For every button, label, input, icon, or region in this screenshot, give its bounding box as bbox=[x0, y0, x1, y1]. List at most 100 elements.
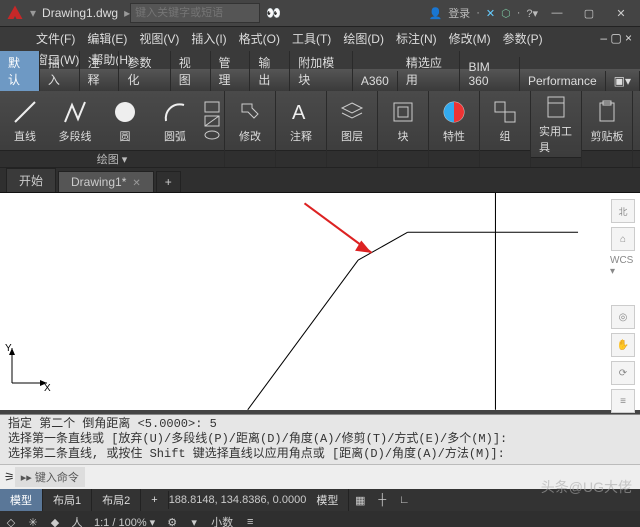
group-button[interactable]: 组 bbox=[480, 96, 530, 146]
block-icon bbox=[389, 98, 417, 126]
ribbon-tab-default[interactable]: 默认 bbox=[0, 51, 40, 91]
viewcube-icon[interactable]: 北 bbox=[611, 199, 635, 223]
ribbon-tab-parametric[interactable]: 参数化 bbox=[119, 51, 170, 91]
user-icon[interactable]: 👤 bbox=[428, 7, 442, 20]
arc-button[interactable]: 圆弧 bbox=[150, 96, 200, 146]
app-logo-icon[interactable] bbox=[4, 2, 26, 24]
grid-toggle-icon[interactable]: ▦ bbox=[349, 490, 371, 510]
units-icon[interactable]: ▾ bbox=[183, 512, 205, 527]
ribbon-tab-featured[interactable]: 精选应用 bbox=[398, 51, 461, 91]
menu-edit[interactable]: 编辑(E) bbox=[81, 30, 133, 47]
layer-button[interactable]: 图层 bbox=[327, 96, 377, 146]
modify-icon bbox=[236, 98, 264, 126]
menu-view[interactable]: 视图(V) bbox=[133, 30, 185, 47]
isoplane-icon[interactable]: ◆ bbox=[44, 512, 66, 527]
orbit-icon[interactable]: ⟳ bbox=[611, 361, 635, 385]
draw-small-buttons bbox=[200, 101, 224, 141]
layout-tab-model[interactable]: 模型 bbox=[0, 489, 43, 511]
ribbon-tab-output[interactable]: 输出 bbox=[250, 51, 290, 91]
cmd-line-2: 选择第一条直线或 [放弃(U)/多段线(P)/距离(D)/角度(A)/修剪(T)… bbox=[8, 432, 632, 447]
layout-tab-1[interactable]: 布局1 bbox=[43, 489, 92, 511]
drawing-canvas[interactable]: [-][俯视][二维线框] YX 北 ⌂ WCS ▾ ◎ ✋ ⟳ ≡ bbox=[0, 193, 640, 403]
scale-readout[interactable]: 1:1 / 100% ▾ bbox=[88, 516, 161, 527]
maximize-icon[interactable]: ▢ bbox=[576, 2, 602, 24]
ribbon-tab-performance[interactable]: Performance bbox=[520, 71, 606, 91]
exchange-icon[interactable]: ✕ bbox=[486, 7, 495, 20]
layout-tab-add[interactable]: + bbox=[141, 491, 168, 509]
osnap-icon[interactable]: ◇ bbox=[0, 512, 22, 527]
polyline-button[interactable]: 多段线 bbox=[50, 96, 100, 146]
login-link[interactable]: 登录 bbox=[448, 5, 470, 21]
menu-param[interactable]: 参数(P) bbox=[497, 30, 549, 47]
pan-icon[interactable]: ✋ bbox=[611, 333, 635, 357]
menu-overflow-icon[interactable]: – ▢ × bbox=[594, 31, 640, 45]
ortho-toggle-icon[interactable]: ∟ bbox=[393, 490, 415, 510]
anno-scale-icon[interactable]: 人 bbox=[66, 512, 88, 527]
tab-add[interactable]: + bbox=[156, 171, 181, 192]
nav-bar: 北 ⌂ WCS ▾ ◎ ✋ ⟳ ≡ bbox=[610, 199, 636, 413]
line-button[interactable]: 直线 bbox=[0, 96, 50, 146]
gear-icon[interactable]: ⚙ bbox=[161, 512, 183, 527]
basepoint-button[interactable]: 基点 bbox=[633, 96, 640, 146]
ribbon-tab-annotate[interactable]: 注释 bbox=[80, 51, 120, 91]
steering-wheel-icon[interactable]: ◎ bbox=[611, 305, 635, 329]
doc-tabs: 开始 Drawing1*✕ + bbox=[0, 168, 640, 193]
cmd-line-1: 指定 第二个 倒角距离 <5.0000>: 5 bbox=[8, 417, 632, 432]
block-button[interactable]: 块 bbox=[378, 96, 428, 146]
search-binocular-icon[interactable]: 👀 bbox=[266, 6, 281, 20]
minimize-icon[interactable]: — bbox=[544, 2, 570, 24]
units-label[interactable]: 小数 bbox=[205, 514, 239, 527]
ribbon-tab-insert[interactable]: 插入 bbox=[40, 51, 80, 91]
layer-icon bbox=[338, 98, 366, 126]
layout-tab-2[interactable]: 布局2 bbox=[92, 489, 141, 511]
ribbon-tab-view[interactable]: 视图 bbox=[171, 51, 211, 91]
command-prompt[interactable]: ▸▸ 键入命令 bbox=[15, 467, 85, 487]
ribbon: 直线 多段线 圆 圆弧 绘图 ▾ 修改 A注释 图层 块 特性 组 实用工具 剪… bbox=[0, 91, 640, 168]
clipboard-icon bbox=[593, 98, 621, 126]
nav-home-icon[interactable]: ⌂ bbox=[611, 227, 635, 251]
clipboard-button[interactable]: 剪贴板 bbox=[582, 96, 632, 146]
tab-drawing1[interactable]: Drawing1*✕ bbox=[58, 171, 154, 192]
menu-file[interactable]: 文件(F) bbox=[30, 30, 81, 47]
color-wheel-icon bbox=[440, 98, 468, 126]
menu-draw[interactable]: 绘图(D) bbox=[337, 30, 390, 47]
tab-start[interactable]: 开始 bbox=[6, 168, 56, 192]
ribbon-tab-more-icon[interactable]: ▣▾ bbox=[606, 71, 640, 91]
space-toggle[interactable]: 模型 bbox=[306, 489, 349, 511]
coordinate-readout: 188.8148, 134.8386, 0.0000 bbox=[169, 494, 307, 506]
rect-icon[interactable] bbox=[204, 101, 220, 113]
command-history: 指定 第二个 倒角距离 <5.0000>: 5 选择第一条直线或 [放弃(U)/… bbox=[0, 415, 640, 465]
ribbon-tab-addins[interactable]: 附加模块 bbox=[290, 51, 353, 91]
wcs-label[interactable]: WCS ▾ bbox=[610, 255, 636, 277]
command-handle-icon[interactable]: ⚞ bbox=[4, 470, 15, 484]
modify-button[interactable]: 修改 bbox=[225, 96, 275, 146]
hatch-icon[interactable] bbox=[204, 115, 220, 127]
ribbon-panel-label[interactable]: 绘图 ▾ bbox=[0, 150, 224, 167]
watermark: 头条@UG大佬 bbox=[541, 477, 632, 497]
annotate-button[interactable]: A注释 bbox=[276, 96, 326, 146]
share-icon[interactable]: ⬡ bbox=[501, 7, 511, 20]
utilities-button[interactable]: 实用工具 bbox=[531, 91, 581, 157]
ribbon-tab-manage[interactable]: 管理 bbox=[211, 51, 251, 91]
nav-more-icon[interactable]: ≡ bbox=[611, 389, 635, 413]
svg-text:X: X bbox=[44, 383, 51, 393]
menu-format[interactable]: 格式(O) bbox=[233, 30, 286, 47]
ribbon-tab-a360[interactable]: A360 bbox=[353, 71, 398, 91]
help-icon[interactable]: ?▾ bbox=[526, 7, 538, 20]
menu-modify[interactable]: 修改(M) bbox=[443, 30, 497, 47]
qat-dropdown-icon[interactable]: ▾ bbox=[30, 6, 36, 20]
menu-insert[interactable]: 插入(I) bbox=[185, 30, 232, 47]
polar-icon[interactable]: ✳ bbox=[22, 512, 44, 527]
ribbon-tab-bim360[interactable]: BIM 360 bbox=[460, 57, 519, 91]
menu-dimension[interactable]: 标注(N) bbox=[390, 30, 443, 47]
circle-button[interactable]: 圆 bbox=[100, 96, 150, 146]
menu-tools[interactable]: 工具(T) bbox=[286, 30, 337, 47]
search-input[interactable] bbox=[130, 3, 260, 23]
line-icon bbox=[11, 98, 39, 126]
customize-icon[interactable]: ≡ bbox=[239, 512, 261, 527]
properties-button[interactable]: 特性 bbox=[429, 96, 479, 146]
close-icon[interactable]: ✕ bbox=[608, 2, 634, 24]
tab-close-icon[interactable]: ✕ bbox=[132, 178, 140, 189]
ellipse-icon[interactable] bbox=[204, 129, 220, 141]
snap-toggle-icon[interactable]: ┼ bbox=[371, 490, 393, 510]
